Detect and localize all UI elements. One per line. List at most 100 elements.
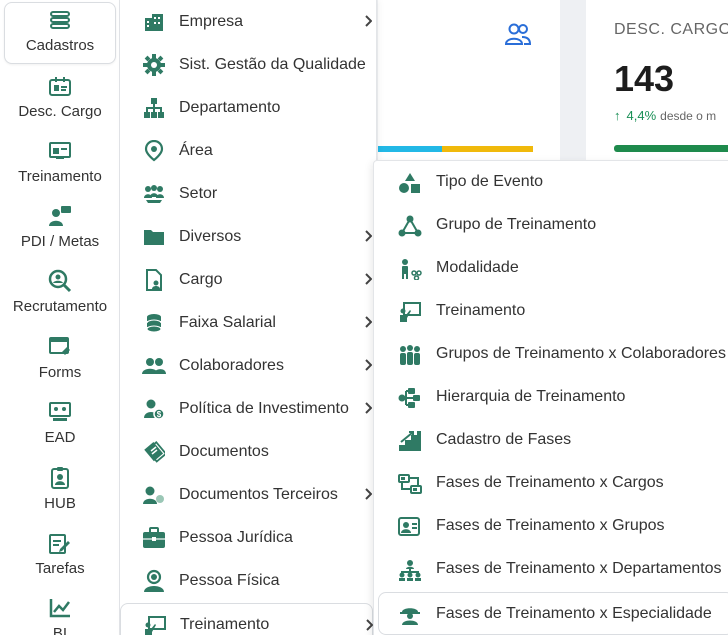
rail-label: HUB	[44, 495, 76, 512]
investor-icon: $	[142, 397, 166, 421]
rail-label: Treinamento	[18, 168, 102, 185]
menu-item-label: Fases de Treinamento x Grupos	[436, 517, 665, 534]
rail-item-recrutamento[interactable]: Recrutamento	[4, 262, 116, 324]
rail-item-cadastros[interactable]: Cadastros	[4, 2, 116, 64]
chart-icon	[47, 595, 73, 621]
phase-group-icon	[398, 515, 422, 539]
chevron-right-icon	[365, 316, 372, 328]
menu-item-label: Hierarquia de Treinamento	[436, 388, 626, 405]
menu-item-cargo[interactable]: Cargo	[120, 258, 377, 301]
folder-icon	[142, 225, 166, 249]
menu-item-diversos[interactable]: Diversos	[120, 215, 377, 258]
badge-icon	[47, 465, 73, 491]
chevron-right-icon	[365, 402, 372, 414]
menu-item-colaboradores[interactable]: Colaboradores	[120, 344, 377, 387]
team-icon	[142, 182, 166, 206]
location-pin-icon	[142, 139, 166, 163]
chevron-right-icon	[365, 230, 372, 242]
rail-item-desc-cargo[interactable]: Desc. Cargo	[4, 67, 116, 129]
phase-cargo-icon	[398, 472, 422, 496]
menu-item-faixa-salarial[interactable]: Faixa Salarial	[120, 301, 377, 344]
menu-item-label: Cargo	[179, 270, 223, 288]
menu-item-label: Sist. Gestão da Qualidade	[179, 55, 366, 73]
menu-item-label: Cadastro de Fases	[436, 431, 572, 448]
rail-item-pdi-metas[interactable]: PDI / Metas	[4, 197, 116, 259]
menu-item-pessoa-juridica[interactable]: Pessoa Jurídica	[120, 516, 377, 559]
coins-icon	[142, 311, 166, 335]
documents-icon	[142, 440, 166, 464]
hierarchy-icon	[398, 386, 422, 410]
menu-item-label: Treinamento	[436, 302, 526, 319]
rail-item-forms[interactable]: Forms	[4, 328, 116, 390]
menu-item-documentos-terceiros[interactable]: Documentos Terceiros	[120, 473, 377, 516]
menu-item-grupos-colaboradores[interactable]: Grupos de Treinamento x Colaboradores	[374, 333, 728, 376]
rail-label: PDI / Metas	[20, 233, 100, 250]
menu-item-label: Departamento	[179, 98, 281, 116]
person-chat-icon	[47, 203, 73, 229]
main-sidebar: Cadastros Desc. Cargo Treinamento PDI / …	[0, 0, 120, 635]
menu-item-hierarquia[interactable]: Hierarquia de Treinamento	[374, 376, 728, 419]
cadastros-submenu: Empresa Sist. Gestão da Qualidade Depart…	[120, 0, 377, 635]
menu-item-label: Fases de Treinamento x Departamentos	[436, 560, 722, 577]
org-chart-icon	[142, 96, 166, 120]
menu-item-treinamento-cadastro[interactable]: Treinamento	[374, 290, 728, 333]
menu-item-label: Grupo de Treinamento	[436, 216, 597, 233]
menu-item-treinamento[interactable]: Treinamento	[120, 603, 373, 635]
menu-item-modalidade[interactable]: Modalidade	[374, 247, 728, 290]
menu-item-label: Faixa Salarial	[179, 313, 276, 331]
search-person-icon	[47, 268, 73, 294]
progress-bar	[614, 145, 728, 152]
rail-item-hub[interactable]: HUB	[4, 459, 116, 521]
menu-item-empresa[interactable]: Empresa	[120, 0, 377, 43]
chevron-right-icon	[365, 15, 372, 27]
rail-label: BI	[52, 625, 68, 635]
rail-label: EAD	[44, 429, 76, 446]
chevron-right-icon	[366, 619, 373, 631]
job-document-icon	[142, 268, 166, 292]
menu-item-label: Grupos de Treinamento x Colaboradores	[436, 345, 726, 362]
rail-label: Recrutamento	[12, 298, 108, 315]
menu-item-sgq[interactable]: Sist. Gestão da Qualidade	[120, 43, 377, 86]
form-icon	[47, 334, 73, 360]
presentation-icon	[143, 614, 167, 635]
rail-label: Tarefas	[35, 560, 85, 577]
menu-item-fases-cargos[interactable]: Fases de Treinamento x Cargos	[374, 462, 728, 505]
users-icon	[142, 354, 166, 378]
rail-item-tarefas[interactable]: Tarefas	[4, 524, 116, 586]
menu-item-cadastro-fases[interactable]: Cadastro de Fases	[374, 419, 728, 462]
menu-item-label: Fases de Treinamento x Cargos	[436, 474, 664, 491]
progress-segment-cyan	[378, 146, 442, 152]
menu-item-politica-investimento[interactable]: $ Política de Investimento	[120, 387, 377, 430]
menu-item-departamento[interactable]: Departamento	[120, 86, 377, 129]
menu-item-tipo-evento[interactable]: Tipo de Evento	[374, 161, 728, 204]
id-card-icon	[47, 73, 73, 99]
rail-item-bi[interactable]: BI	[4, 589, 116, 635]
menu-item-fases-grupos[interactable]: Fases de Treinamento x Grupos	[374, 505, 728, 548]
building-icon	[142, 10, 166, 34]
group-network-icon	[398, 214, 422, 238]
rail-label: Desc. Cargo	[18, 103, 102, 120]
menu-item-fases-departamentos[interactable]: Fases de Treinamento x Departamentos	[374, 548, 728, 591]
shapes-icon	[398, 171, 422, 195]
menu-item-label: Área	[179, 141, 213, 159]
menu-item-label: Empresa	[179, 12, 244, 30]
rail-label: Cadastros	[25, 37, 95, 54]
phase-dept-icon	[398, 558, 422, 582]
people-icon	[504, 23, 532, 45]
menu-item-setor[interactable]: Setor	[120, 172, 377, 215]
menu-item-pessoa-fisica[interactable]: Pessoa Física	[120, 559, 377, 602]
modality-icon	[398, 257, 422, 281]
change-text: desde o m	[660, 109, 717, 123]
menu-item-label: Diversos	[179, 227, 242, 245]
rail-item-ead[interactable]: EAD	[4, 393, 116, 455]
menu-item-label: Setor	[179, 184, 218, 202]
menu-item-grupo-treinamento[interactable]: Grupo de Treinamento	[374, 204, 728, 247]
desc-cargo-card: DESC. CARGO 143 ↑ 4,4% desde o m	[586, 0, 728, 160]
menu-item-documentos[interactable]: Documentos	[120, 430, 377, 473]
up-arrow-icon: ↑	[614, 108, 621, 123]
svg-text:$: $	[157, 410, 162, 419]
menu-item-fases-especialidade[interactable]: Fases de Treinamento x Especialidade	[378, 592, 728, 635]
rail-item-treinamento[interactable]: Treinamento	[4, 132, 116, 194]
gear-icon	[142, 53, 166, 77]
menu-item-area[interactable]: Área	[120, 129, 377, 172]
